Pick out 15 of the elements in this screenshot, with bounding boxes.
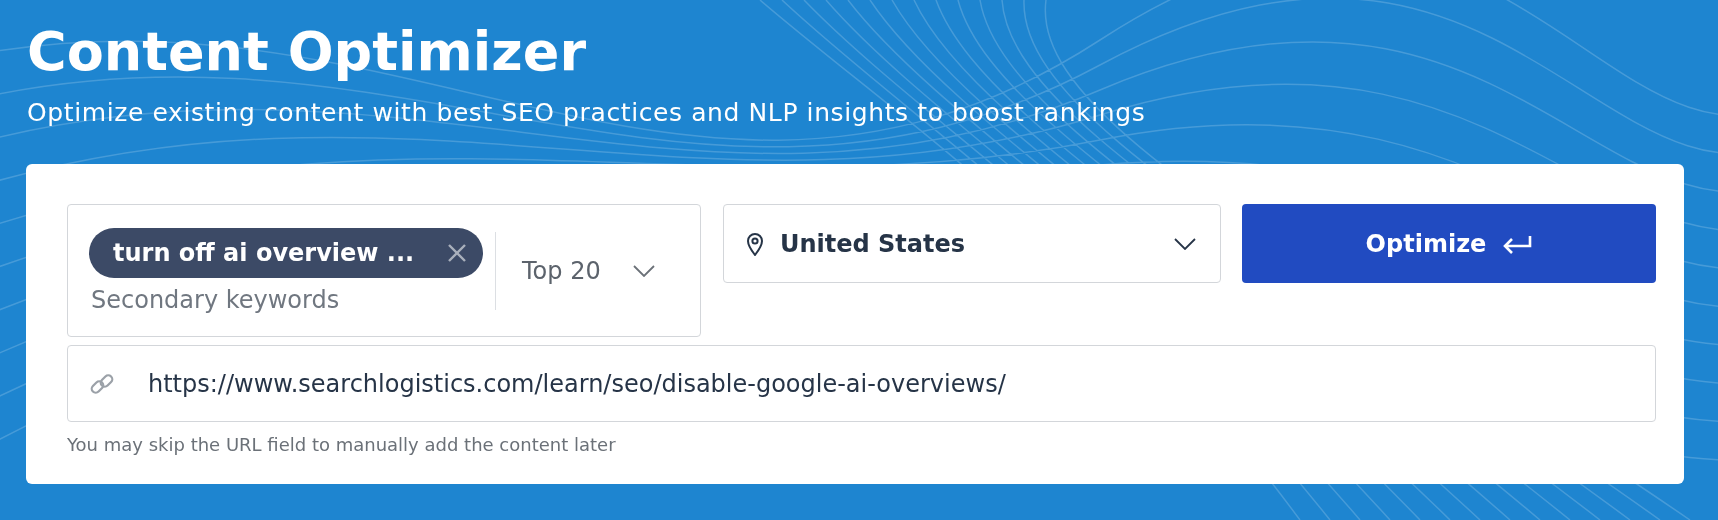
location-pin-icon (746, 231, 764, 256)
link-icon (89, 371, 115, 397)
url-hint: You may skip the URL field to manually add the content later (67, 434, 616, 455)
optimize-button[interactable]: Optimize (1242, 204, 1656, 283)
page-subtitle: Optimize existing content with best SEO practices and NLP insights to boost rankings (27, 98, 1146, 128)
url-field[interactable]: https://www.searchlogistics.com/learn/seo/disable-google-ai-overviews/ (67, 345, 1656, 422)
close-icon[interactable] (447, 242, 467, 263)
keyword-chip[interactable]: turn off ai overview ... (89, 227, 483, 278)
page-title: Content Optimizer (27, 20, 586, 84)
secondary-keywords-field[interactable]: Secondary keywords (89, 285, 391, 314)
enter-arrow-icon (1502, 233, 1533, 254)
location-dropdown[interactable]: United States (723, 204, 1221, 283)
chevron-down-icon (1174, 237, 1196, 250)
chevron-down-icon (632, 264, 655, 277)
results-dropdown[interactable]: Top 20 (522, 256, 655, 285)
